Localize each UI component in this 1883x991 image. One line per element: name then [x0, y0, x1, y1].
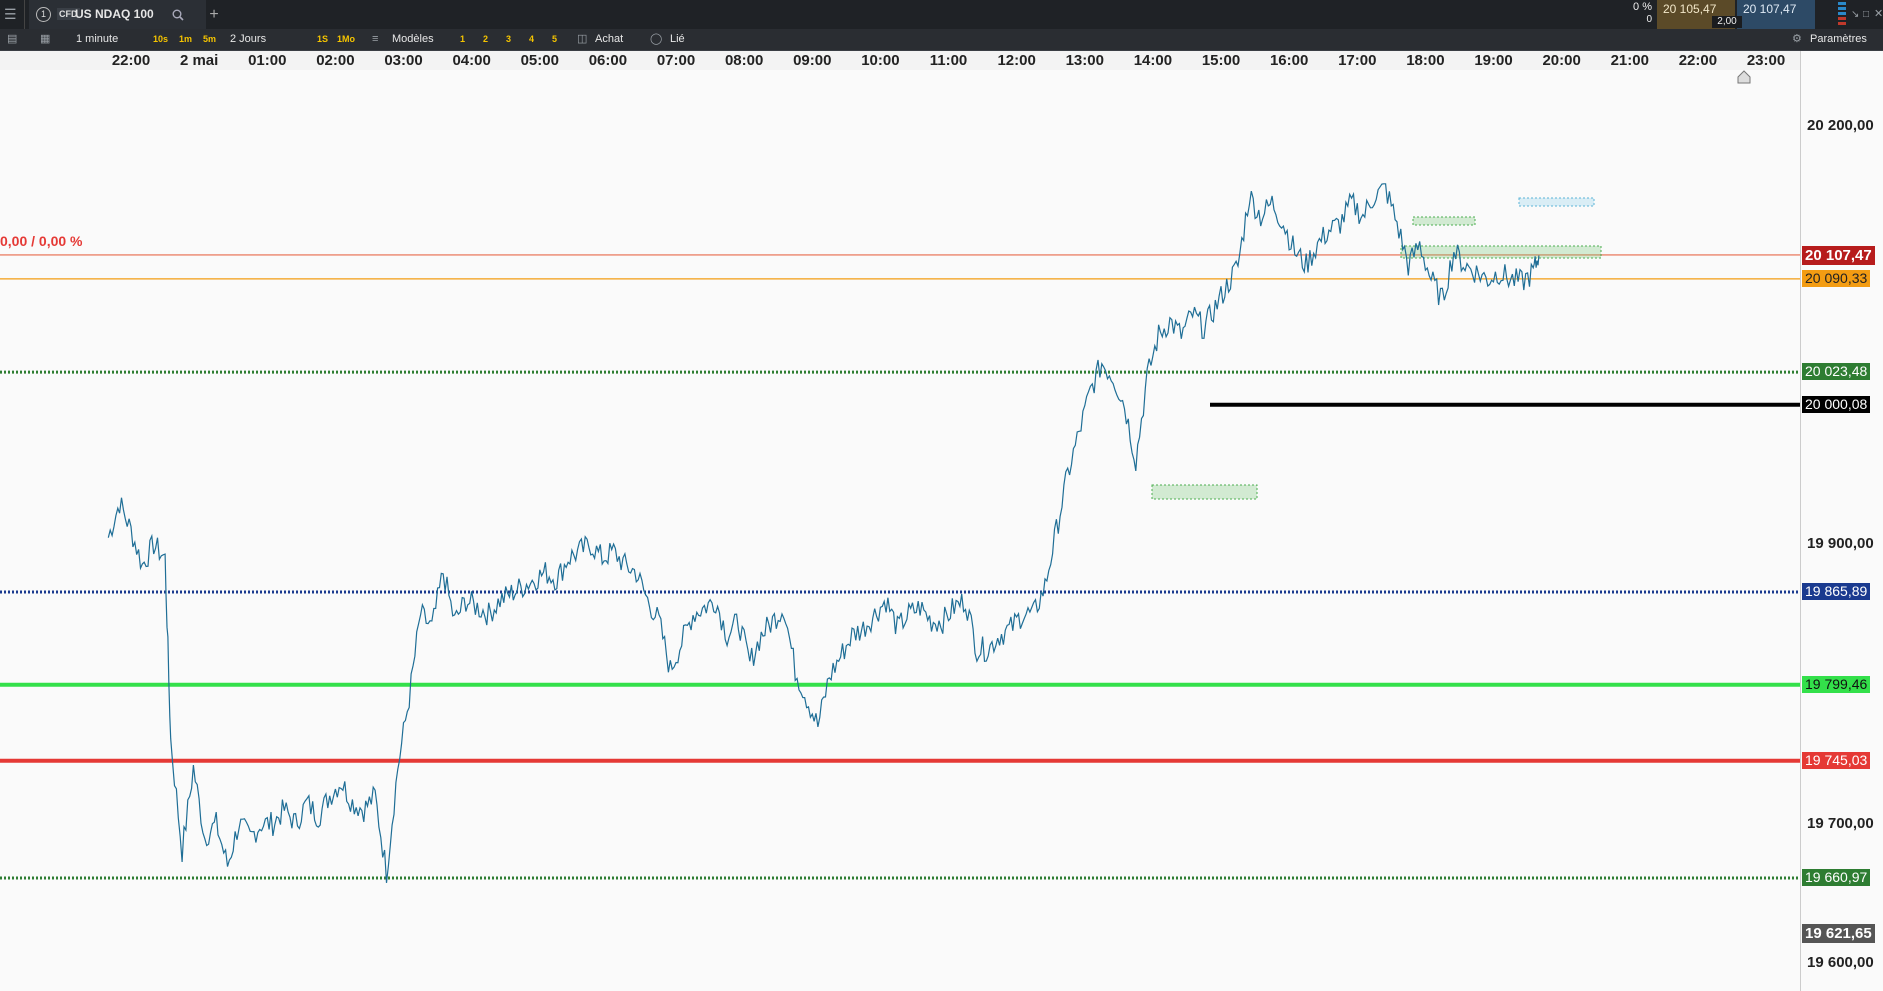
time-label: 02:00 — [316, 52, 355, 69]
spread-value: 2,00 — [1712, 16, 1742, 28]
buy-button[interactable]: Achat — [595, 29, 623, 50]
zone-box — [1151, 484, 1258, 500]
price-label: 19 900,00 — [1807, 535, 1874, 553]
search-icon[interactable] — [172, 0, 184, 29]
sidebar-toggle-icon[interactable]: ▤ — [7, 29, 17, 50]
time-axis[interactable]: 22:00 2 mai 01:00 02:00 03:00 04:00 05:00 06:00… — [0, 51, 1800, 71]
price-level-tag[interactable]: 20 090,33 — [1802, 269, 1871, 287]
price-level-tag[interactable]: 19 865,89 — [1802, 583, 1871, 601]
time-label: 21:00 — [1610, 52, 1649, 69]
time-label: 06:00 — [588, 52, 628, 69]
price-level-tag[interactable]: 20 107,47 — [1802, 245, 1875, 265]
buy-price-button[interactable]: 20 107,47 — [1737, 0, 1815, 29]
time-label: 19:00 — [1474, 52, 1513, 69]
time-label: 22:00 — [1678, 52, 1718, 69]
close-icon[interactable]: ✕ — [1874, 0, 1883, 29]
price-level-tag[interactable]: 19 745,03 — [1802, 751, 1871, 769]
time-label: 04:00 — [452, 52, 491, 69]
time-label: 14:00 — [1133, 52, 1173, 69]
range-selector[interactable]: 2 Jours — [230, 29, 266, 50]
link-icon[interactable]: ◯ — [650, 29, 662, 50]
change-pct: 0 % — [1633, 1, 1652, 13]
change-abs: 0 — [1646, 14, 1652, 25]
price-level-tag[interactable]: 19 660,97 — [1802, 869, 1871, 886]
templates-icon[interactable]: ≡ — [372, 29, 378, 50]
layout-1[interactable]: 1 — [458, 33, 467, 46]
price-label: 19 600,00 — [1807, 954, 1874, 972]
price-level-tag[interactable]: 20 023,48 — [1802, 363, 1871, 381]
layout-3[interactable]: 3 — [504, 33, 513, 46]
layout-grid-icon[interactable]: ▦ — [40, 29, 50, 50]
time-label: 11:00 — [929, 52, 968, 69]
chart-toolbar: ▤ ▦ 1 minute 10s 1m 5m 2 Jours 1S 1Mo ≡ … — [0, 29, 1883, 51]
scroll-to-now-icon[interactable] — [1737, 70, 1751, 84]
interval-10s[interactable]: 10s — [151, 33, 170, 46]
time-label: 18:00 — [1406, 52, 1445, 69]
time-label: 17:00 — [1338, 52, 1377, 69]
layout-2[interactable]: 2 — [481, 33, 490, 46]
gear-icon[interactable]: ⚙ — [1792, 29, 1802, 50]
detach-icon[interactable]: □ — [1863, 0, 1869, 29]
chart-type-icon[interactable]: ◫ — [577, 29, 587, 50]
range-1s[interactable]: 1S — [315, 33, 330, 46]
time-label: 13:00 — [1065, 52, 1104, 69]
time-label: 12:00 — [997, 52, 1036, 69]
chart-canvas[interactable] — [0, 70, 1800, 991]
time-label: 07:00 — [656, 52, 696, 69]
time-label: 08:00 — [724, 52, 764, 69]
time-label: 09:00 — [793, 52, 832, 69]
time-label: 23:00 — [1746, 52, 1786, 69]
time-label: 20:00 — [1542, 52, 1581, 69]
price-axis[interactable]: 20 200,00 19 900,00 19 700,00 19 600,00 20 1… — [1737, 51, 1883, 991]
interval-1m[interactable]: 1m — [177, 33, 194, 46]
time-label: 03:00 — [384, 52, 423, 69]
change-readout: 0,00 / 0,00 % — [0, 233, 83, 249]
price-level-tag[interactable]: 19 621,65 — [1802, 923, 1875, 943]
layout-4[interactable]: 4 — [527, 33, 536, 46]
change-block: 0 % 0 — [1610, 0, 1654, 29]
time-label: 15:00 — [1201, 52, 1241, 69]
top-bar: ☰ 1 CFD US NDAQ 100 + 0 % 0 20 105,47 20… — [0, 0, 1883, 30]
time-label: 05:00 — [520, 52, 559, 69]
time-label: 16:00 — [1269, 52, 1309, 69]
instrument-tab[interactable]: 1 CFD US NDAQ 100 — [29, 0, 206, 29]
price-chart[interactable]: 0,00 / 0,00 % — [0, 70, 1800, 991]
zone-box — [1412, 216, 1476, 226]
range-1mo[interactable]: 1Mo — [335, 33, 357, 46]
interval-5m[interactable]: 5m — [201, 33, 218, 46]
info-icon[interactable]: 1 — [36, 7, 51, 22]
instrument-name[interactable]: US NDAQ 100 — [75, 0, 154, 29]
link-button[interactable]: Lié — [670, 29, 685, 50]
price-level-tag[interactable]: 19 799,46 — [1802, 675, 1871, 693]
zone-box — [1518, 197, 1595, 207]
price-label: 19 700,00 — [1807, 814, 1874, 832]
collapse-icon[interactable]: ↘ — [1851, 0, 1859, 29]
layout-5[interactable]: 5 — [550, 33, 559, 46]
price-level-tag[interactable]: 20 000,08 — [1802, 395, 1871, 413]
depth-icon — [1838, 2, 1846, 27]
interval-selector[interactable]: 1 minute — [76, 29, 118, 50]
settings-button[interactable]: Paramètres — [1810, 29, 1867, 50]
price-label: 20 200,00 — [1807, 116, 1874, 134]
time-label: 01:00 — [248, 52, 287, 69]
price-series-line — [107, 183, 1540, 883]
menu-icon[interactable]: ☰ — [4, 0, 20, 29]
bid-price: 20 105,47 — [1663, 2, 1717, 16]
time-label: 22:00 — [111, 52, 151, 69]
ask-price: 20 107,47 — [1743, 2, 1797, 16]
templates-button[interactable]: Modèles — [392, 29, 434, 50]
zone-box — [1400, 245, 1602, 259]
time-label: 2 mai — [179, 52, 219, 69]
add-tab-button[interactable]: + — [208, 0, 220, 29]
time-label: 10:00 — [861, 52, 900, 69]
